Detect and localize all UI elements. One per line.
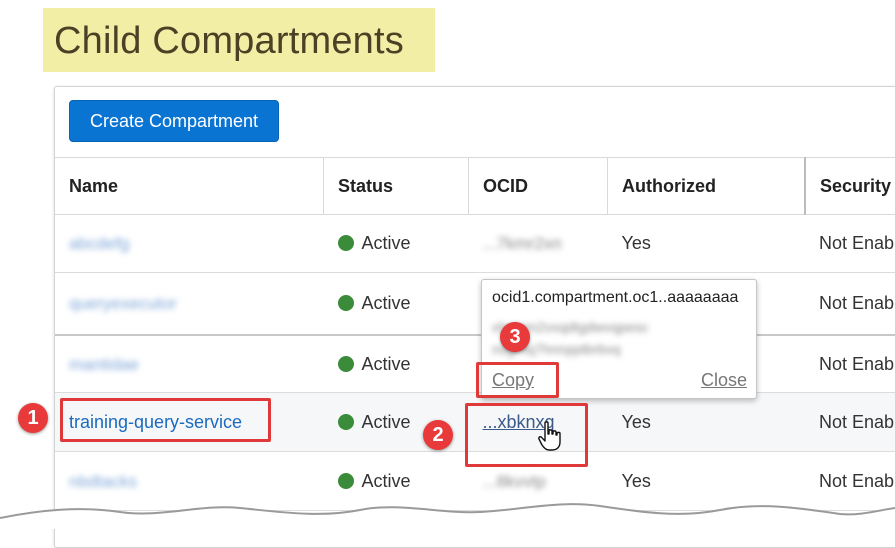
copy-link[interactable]: Copy [492,370,534,391]
compartment-name-link[interactable]: abcdefg [69,234,130,254]
security-value: Not Enab [805,335,895,393]
status-active-icon [337,472,354,489]
authorized-value: Yes [607,392,805,452]
column-header-ocid[interactable]: OCID [468,157,608,215]
compartments-table: Name Status OCID Authorized Security abc… [55,157,895,511]
torn-edge-decoration [0,503,895,529]
callout-badge-3: 3 [500,322,530,352]
page-title-banner: Child Compartments [43,8,435,72]
compartment-name-link[interactable]: training-query-service [69,412,242,432]
table-header-row: Name Status OCID Authorized Security [55,157,895,215]
security-value: Not Enab [805,214,895,273]
column-header-name[interactable]: Name [55,157,324,215]
compartment-name-link[interactable]: queryexecutor [69,294,177,314]
callout-badge-2: 2 [423,420,453,450]
compartment-name-link[interactable]: mantidae [69,355,139,375]
hand-cursor-icon [538,421,561,451]
table-row-selected: training-query-service Active ...xbknxq … [55,392,895,452]
column-header-status[interactable]: Status [323,157,469,215]
column-header-authorized[interactable]: Authorized [607,157,806,215]
ocid-link[interactable]: ...7kmr2xn [483,234,562,254]
table-row: mantidae Active Not Enab [55,335,895,393]
table-row: abcdefg Active ...7kmr2xn Yes Not Enab [55,214,895,273]
status-active-icon [337,235,354,251]
callout-badge-1: 1 [18,403,48,433]
column-header-security[interactable]: Security [805,157,895,215]
status-text: Active [361,353,411,374]
create-compartment-button[interactable]: Create Compartment [69,100,279,142]
status-text: Active [361,411,411,432]
close-link[interactable]: Close [701,370,747,391]
status-active-icon [337,413,354,430]
table-row: queryexecutor Active Not Enab [55,272,895,336]
ocid-full-text: ocid1.compartment.oc1..aaaaaaaa [492,289,739,306]
security-value: Not Enab [805,392,895,452]
status-active-icon [337,355,354,372]
page-title: Child Compartments [54,20,404,62]
authorized-value: Yes [607,214,805,273]
compartments-panel: Create Compartment Name Status OCID Auth… [54,86,895,548]
security-value: Not Enab [805,272,895,336]
status-text: Active [361,233,411,253]
status-text: Active [361,293,411,313]
status-active-icon [337,295,354,311]
